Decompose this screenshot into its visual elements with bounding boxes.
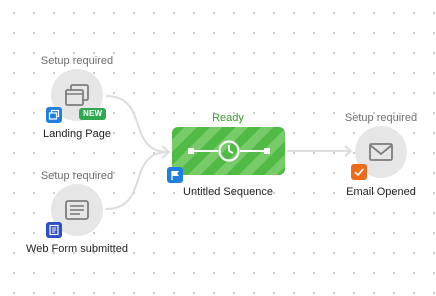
sequence-node[interactable] [172, 127, 285, 175]
sequence-status: Ready [212, 112, 244, 124]
clock-icon [218, 140, 240, 162]
flag-icon [171, 171, 179, 180]
landing-page-badge [46, 107, 62, 123]
web-form-badge [46, 222, 62, 238]
new-badge: NEW [79, 108, 107, 120]
sequence-flag-badge [167, 167, 183, 183]
pages-icon [48, 109, 60, 120]
form-icon [65, 200, 89, 220]
check-icon [354, 168, 364, 177]
email-opened-title[interactable]: Email Opened [331, 186, 431, 198]
web-form-status: Setup required [40, 170, 114, 182]
connector-landing-to-sequence [105, 95, 169, 153]
email-opened-badge [351, 164, 367, 180]
window-stack-icon [65, 84, 89, 106]
envelope-icon [369, 143, 393, 161]
workflow-canvas[interactable]: Setup required NEW Landing Page Setup re… [0, 0, 436, 296]
form-badge-icon [49, 224, 59, 236]
landing-page-title[interactable]: Landing Page [37, 128, 117, 140]
sequence-title[interactable]: Untitled Sequence [168, 186, 288, 198]
landing-page-status: Setup required [40, 55, 114, 67]
email-opened-status: Setup required [344, 112, 418, 124]
web-form-title[interactable]: Web Form submitted [17, 243, 137, 255]
sequence-timeline [188, 140, 270, 162]
